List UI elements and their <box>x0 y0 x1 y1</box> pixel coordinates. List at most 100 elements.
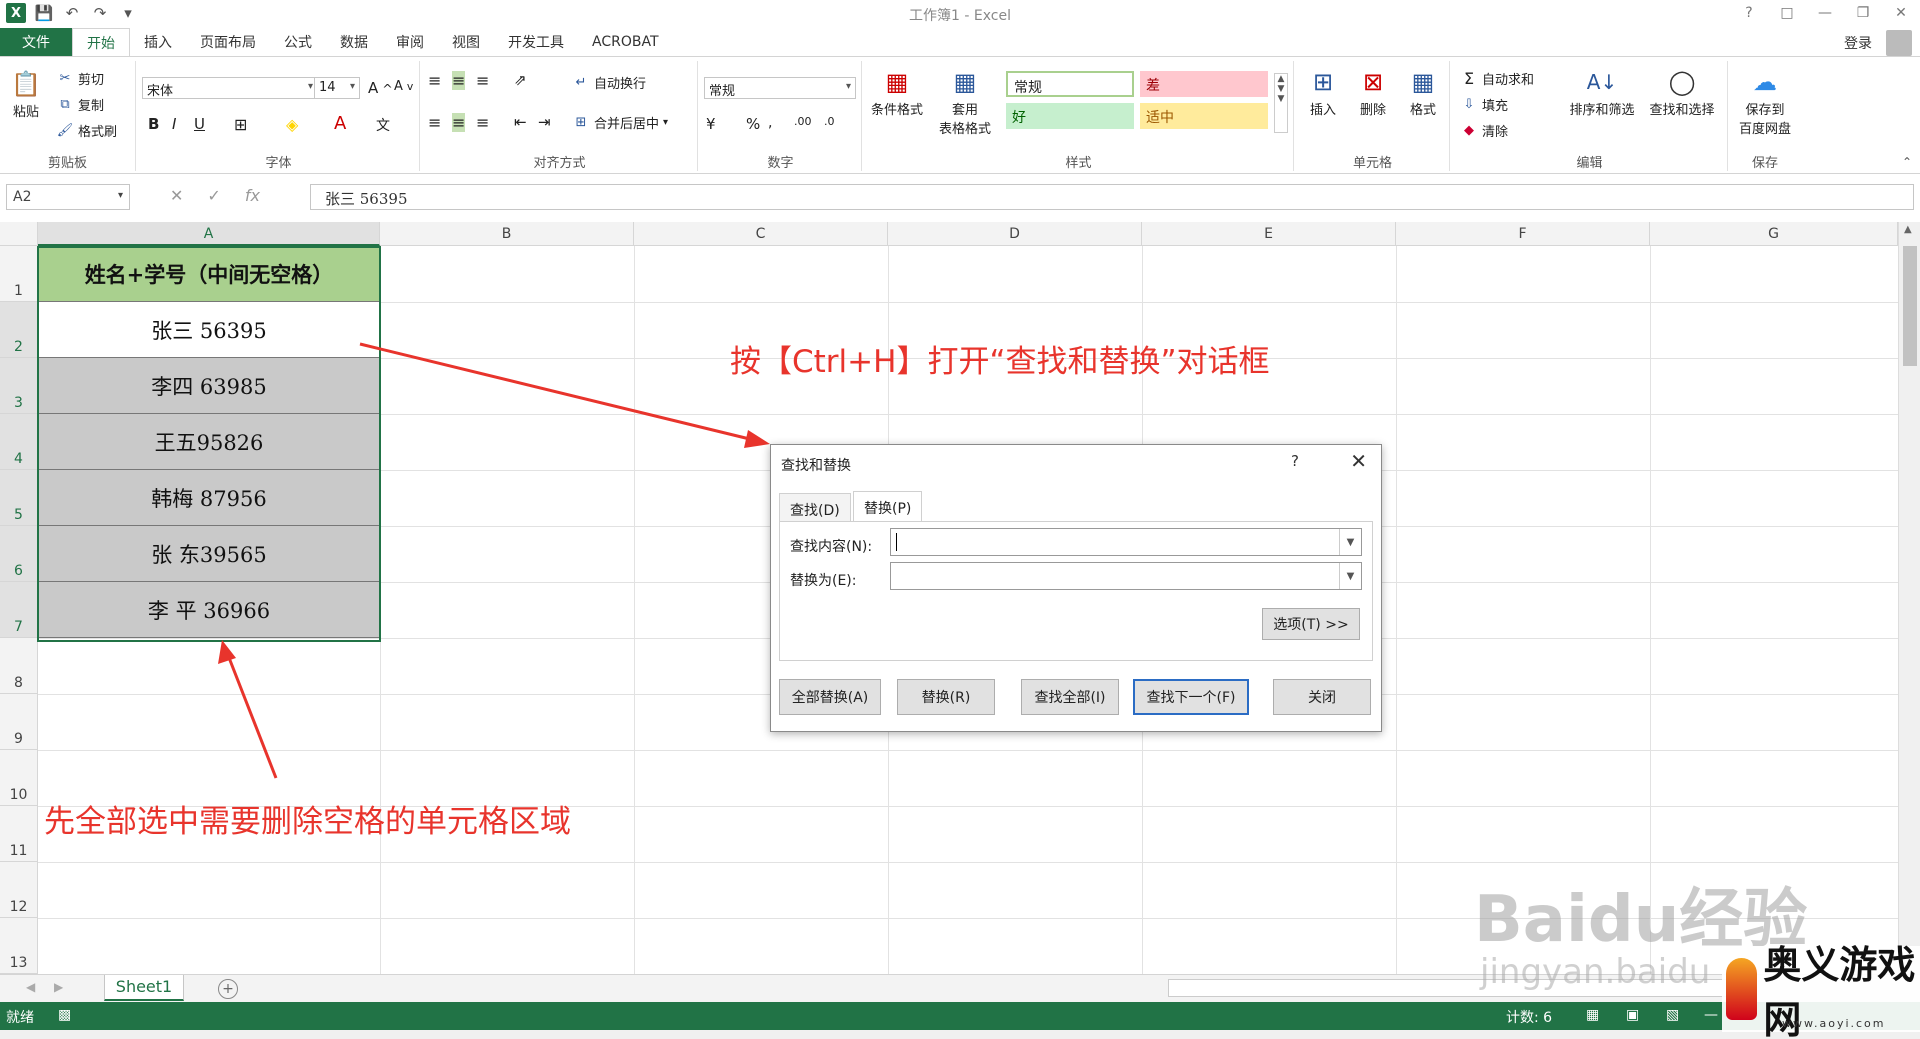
delete-cells-button[interactable]: ⊠ 删除 <box>1350 65 1396 118</box>
close-icon[interactable]: ✕ <box>1350 449 1367 473</box>
tab-find[interactable]: 查找(D) <box>779 493 851 521</box>
font-size-select[interactable]: 14 ▾ <box>314 77 360 99</box>
cut-button[interactable]: ✂ 剪切 <box>56 69 104 88</box>
increase-decimal-button[interactable]: .00 <box>794 115 812 128</box>
customize-qat-icon[interactable]: ▾ <box>118 3 138 23</box>
number-format-select[interactable]: 常规 ▾ <box>704 77 856 99</box>
help-icon[interactable]: ? <box>1738 2 1760 24</box>
insert-cells-button[interactable]: ⊞ 插入 <box>1300 65 1346 118</box>
styles-scroll[interactable]: ▲ ▼ ▼ <box>1274 73 1288 133</box>
font-color-button[interactable]: A <box>334 113 346 134</box>
currency-button[interactable]: ¥ <box>706 115 716 133</box>
increase-indent-button[interactable]: ⇥ <box>538 113 551 131</box>
tab-page-layout[interactable]: 页面布局 <box>186 28 270 56</box>
dialog-help-button[interactable]: ? <box>1291 452 1299 470</box>
find-all-button[interactable]: 查找全部(I) <box>1021 679 1119 715</box>
macro-record-icon[interactable]: ▩ <box>58 1007 71 1023</box>
underline-button[interactable]: U <box>194 115 205 133</box>
vertical-scrollbar[interactable]: ▲ <box>1898 222 1920 974</box>
merge-center-button[interactable]: ⊞ 合并后居中 ▾ <box>572 113 669 132</box>
sort-filter-button[interactable]: A↓ 排序和筛选 <box>1564 65 1640 118</box>
collapse-ribbon-icon[interactable]: ⌃ <box>1902 155 1912 169</box>
decrease-indent-button[interactable]: ⇤ <box>514 113 527 131</box>
fill-color-button[interactable]: ◈ <box>286 115 298 134</box>
normal-view-icon[interactable]: ▦ <box>1586 1007 1599 1023</box>
phonetic-button[interactable]: 文 <box>376 115 390 135</box>
tab-developer[interactable]: 开发工具 <box>494 28 578 56</box>
style-normal[interactable]: 常规 <box>1006 71 1134 97</box>
tab-file[interactable]: 文件 <box>0 28 72 56</box>
tab-replace[interactable]: 替换(P) <box>853 491 923 521</box>
tab-formulas[interactable]: 公式 <box>270 28 326 56</box>
redo-icon[interactable]: ↷ <box>90 3 110 23</box>
add-sheet-icon[interactable]: + <box>218 979 238 999</box>
find-next-button[interactable]: 查找下一个(F) <box>1133 679 1249 715</box>
login-link[interactable]: 登录 <box>1844 33 1872 53</box>
style-good[interactable]: 好 <box>1006 103 1134 129</box>
copy-button[interactable]: ⧉ 复制 <box>56 95 104 114</box>
clear-button[interactable]: ◆ 清除 <box>1460 121 1508 140</box>
prev-sheet-icon[interactable]: ◀ <box>26 980 35 994</box>
save-to-baidu-button[interactable]: ☁ 保存到 百度网盘 <box>1730 65 1800 137</box>
tab-insert[interactable]: 插入 <box>130 28 186 56</box>
style-neutral[interactable]: 适中 <box>1140 103 1268 129</box>
style-bad[interactable]: 差 <box>1140 71 1268 97</box>
name-box[interactable]: A2 ▾ <box>6 184 130 210</box>
replace-all-button[interactable]: 全部替换(A) <box>779 679 881 715</box>
align-right-button[interactable]: ≡ <box>476 113 489 132</box>
paste-button[interactable]: 📋 粘贴 <box>6 67 46 120</box>
chevron-down-icon[interactable]: ▼ <box>1339 529 1361 555</box>
options-button[interactable]: 选项(T) >> <box>1262 608 1360 640</box>
orientation-button[interactable]: ⇗ <box>514 71 527 89</box>
tab-review[interactable]: 审阅 <box>382 28 438 56</box>
align-left-button[interactable]: ≡ <box>428 113 441 132</box>
replace-with-input[interactable]: ▼ <box>890 562 1362 590</box>
format-cells-button[interactable]: ▦ 格式 <box>1400 65 1446 118</box>
conditional-formatting-button[interactable]: ▦ 条件格式 <box>864 65 930 118</box>
format-painter-button[interactable]: 🖌 格式刷 <box>56 121 117 140</box>
replace-button[interactable]: 替换(R) <box>897 679 995 715</box>
align-top-button[interactable]: ≡ <box>428 71 441 90</box>
bold-button[interactable]: B <box>148 115 159 133</box>
font-name-select[interactable]: 宋体 ▾ <box>142 77 318 99</box>
tab-data[interactable]: 数据 <box>326 28 382 56</box>
avatar[interactable] <box>1886 30 1912 56</box>
zoom-out-icon[interactable]: — <box>1704 1007 1718 1023</box>
insert-function-icon[interactable]: fx <box>245 186 260 205</box>
cancel-icon[interactable]: ✕ <box>170 186 183 205</box>
restore-icon[interactable]: ❐ <box>1852 2 1874 24</box>
close-window-icon[interactable]: ✕ <box>1890 2 1912 24</box>
minimize-icon[interactable]: — <box>1814 2 1836 24</box>
ribbon-display-icon[interactable]: □ <box>1776 2 1798 24</box>
undo-icon[interactable]: ↶ <box>62 3 82 23</box>
save-icon[interactable]: 💾 <box>34 3 54 23</box>
chevron-down-icon[interactable]: ▼ <box>1339 563 1361 589</box>
enter-icon[interactable]: ✓ <box>207 186 220 205</box>
grow-font-button[interactable]: A ^ <box>368 79 393 97</box>
border-button[interactable]: ⊞ <box>234 115 247 134</box>
align-bottom-button[interactable]: ≡ <box>476 71 489 90</box>
decrease-decimal-button[interactable]: .0 <box>824 115 835 128</box>
fill-button[interactable]: ⇩ 填充 <box>1460 95 1508 114</box>
find-what-input[interactable]: ▼ <box>890 528 1362 556</box>
scroll-up-icon[interactable]: ▲ <box>1904 224 1912 235</box>
page-break-view-icon[interactable]: ▧ <box>1666 1007 1679 1023</box>
align-middle-button[interactable]: ≡ <box>452 71 466 90</box>
next-sheet-icon[interactable]: ▶ <box>54 980 63 994</box>
percent-button[interactable]: % <box>746 115 760 133</box>
format-as-table-button[interactable]: ▦ 套用 表格格式 <box>930 65 1000 137</box>
comma-button[interactable]: , <box>768 115 772 131</box>
sheet-tab-sheet1[interactable]: Sheet1 <box>104 975 184 1001</box>
wrap-text-button[interactable]: ↵ 自动换行 <box>572 73 646 92</box>
italic-button[interactable]: I <box>172 115 176 133</box>
autosum-button[interactable]: Σ 自动求和 <box>1460 69 1534 88</box>
find-select-button[interactable]: ◯ 查找和选择 <box>1642 65 1722 118</box>
tab-view[interactable]: 视图 <box>438 28 494 56</box>
page-layout-view-icon[interactable]: ▣ <box>1626 1007 1639 1023</box>
shrink-font-button[interactable]: Av <box>394 79 413 94</box>
scroll-thumb[interactable] <box>1903 246 1917 366</box>
align-center-button[interactable]: ≡ <box>452 113 466 132</box>
tab-acrobat[interactable]: ACROBAT <box>578 28 673 56</box>
formula-input[interactable]: 张三 56395 <box>310 184 1914 210</box>
close-button[interactable]: 关闭 <box>1273 679 1371 715</box>
